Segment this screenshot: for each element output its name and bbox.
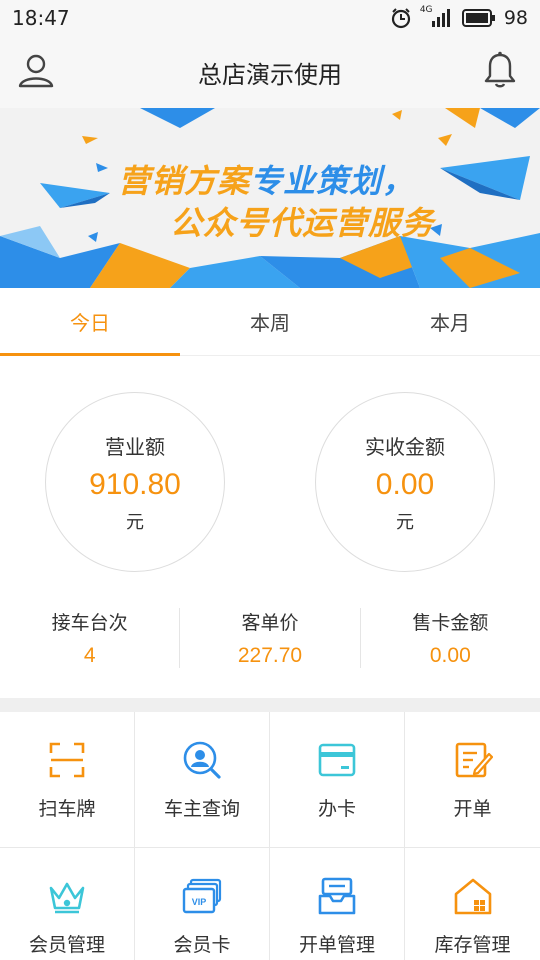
received-unit: 元 <box>396 511 414 533</box>
metric-value: 4 <box>83 644 96 667</box>
banner-text-b: 专业策划， <box>250 162 416 200</box>
period-tabs: 今日 本周 本月 <box>0 288 540 356</box>
function-grid: 扫车牌 车主查询 办卡 开单 会员管理 VIP 会员卡 开单管理 库存管理 <box>0 712 540 960</box>
grid-item-label: 车主查询 <box>163 798 240 820</box>
metrics-row: 接车台次 4 客单价 227.70 售卡金额 0.00 <box>0 608 540 668</box>
page-title: 总店演示使用 <box>198 60 342 89</box>
received-circle[interactable]: 实收金额 0.00 元 <box>315 392 495 572</box>
grid-item-order-manage[interactable]: 开单管理 <box>270 848 405 960</box>
grid-item-vip-card[interactable]: VIP 会员卡 <box>135 848 270 960</box>
metric-avg-price[interactable]: 客单价 227.70 <box>180 608 361 668</box>
network-icon: 4G <box>420 5 454 29</box>
metric-vehicles[interactable]: 接车台次 4 <box>0 608 181 668</box>
revenue-unit: 元 <box>126 511 144 533</box>
warehouse-icon <box>454 878 491 915</box>
battery-level: 98 <box>503 7 528 29</box>
battery-icon <box>461 9 495 27</box>
status-right: 4G 98 <box>390 5 528 29</box>
revenue-circle[interactable]: 营业额 910.80 元 <box>45 392 225 572</box>
grid-item-scan-plate[interactable]: 扫车牌 <box>0 712 135 848</box>
banner-subline: 公众号代运营服务 <box>170 204 435 242</box>
section-divider <box>0 698 540 712</box>
order-icon <box>455 742 493 778</box>
stats-panel: 营业额 910.80 元 实收金额 0.00 元 接车台次 4 客单价 227.… <box>0 356 540 698</box>
revenue-label: 营业额 <box>105 434 165 459</box>
crown-icon <box>49 882 85 914</box>
received-label: 实收金额 <box>365 434 445 459</box>
metric-label: 接车台次 <box>51 612 128 634</box>
banner-headline: 营销方案专业策划， <box>118 156 415 202</box>
grid-item-label: 开单管理 <box>298 934 375 956</box>
scan-plate-icon <box>49 742 85 778</box>
tab-week[interactable]: 本周 <box>180 288 360 355</box>
banner-text-a: 营销方案 <box>118 162 251 200</box>
metric-value: 0.00 <box>429 644 471 667</box>
grid-item-member-manage[interactable]: 会员管理 <box>0 848 135 960</box>
vip-badge-text: VIP <box>192 897 207 907</box>
status-bar: 18:47 4G 98 <box>0 0 540 36</box>
card-icon <box>318 743 356 777</box>
order-manage-icon <box>318 877 356 915</box>
grid-item-label: 办卡 <box>317 798 356 820</box>
metric-label: 客单价 <box>241 612 299 634</box>
tab-today[interactable]: 今日 <box>0 288 180 356</box>
revenue-value: 910.80 <box>89 467 181 501</box>
metric-label: 售卡金额 <box>412 612 489 634</box>
promo-banner[interactable]: 营销方案专业策划， 公众号代运营服务 <box>0 108 540 288</box>
grid-item-label: 扫车牌 <box>38 798 96 820</box>
tab-month[interactable]: 本月 <box>360 288 540 355</box>
grid-item-card[interactable]: 办卡 <box>270 712 405 848</box>
vip-card-icon: VIP <box>182 878 222 914</box>
alarm-icon <box>391 8 410 29</box>
status-time: 18:47 <box>12 6 70 30</box>
grid-item-label: 会员卡 <box>173 934 231 956</box>
grid-item-order[interactable]: 开单 <box>405 712 540 848</box>
grid-item-inventory[interactable]: 库存管理 <box>405 848 540 960</box>
grid-item-label: 库存管理 <box>434 934 511 956</box>
bell-icon[interactable] <box>480 50 520 90</box>
grid-item-owner-search[interactable]: 车主查询 <box>135 712 270 848</box>
received-value: 0.00 <box>375 467 435 501</box>
metric-value: 227.70 <box>237 644 303 667</box>
grid-item-label: 会员管理 <box>28 934 105 956</box>
grid-item-label: 开单 <box>453 798 492 820</box>
metric-card-sales[interactable]: 售卡金额 0.00 <box>361 608 540 668</box>
user-icon[interactable] <box>16 50 56 90</box>
owner-search-icon <box>183 741 221 779</box>
top-bar: 总店演示使用 <box>0 36 540 108</box>
